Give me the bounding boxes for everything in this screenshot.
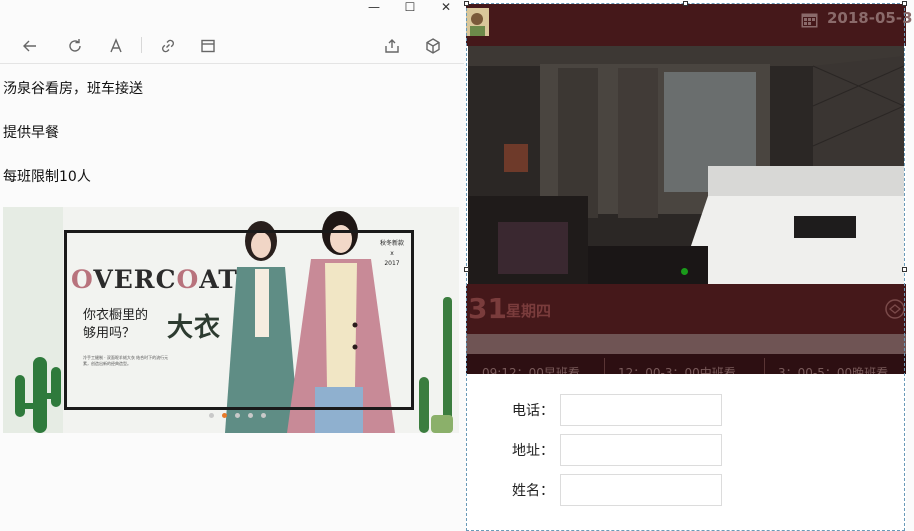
address-row: 地址： [512,434,722,466]
close-button[interactable]: ✕ [428,0,464,14]
banner-question-line2: 够用吗？ [83,326,136,341]
cube-icon[interactable] [422,36,444,56]
room-illustration [468,46,904,284]
weekday-label: 星期四 [506,302,552,320]
carousel-dot-active[interactable] [681,268,688,275]
refresh-icon[interactable] [64,36,86,56]
day-number: 31 [468,292,507,325]
carousel-dots [209,413,266,418]
window-controls: — ☐ ✕ [356,0,464,14]
editor-pane: — ☐ ✕ 汤泉谷看房，班车接送 提供早餐 每班限制10人 OVERCOAT 你… [0,0,464,531]
divider-band [466,334,906,354]
tag-line: 2017 [384,260,400,267]
address-field[interactable] [560,434,722,466]
text-format-icon[interactable] [105,36,127,56]
date-label: 2018-05-3 [827,9,913,27]
phone-field[interactable] [560,394,722,426]
hotel-room-photo [468,46,904,284]
slot-divider [604,358,605,374]
back-arrow-icon[interactable] [19,36,41,56]
banner-brand: OVERCOAT [71,265,238,294]
compass-icon[interactable] [884,298,906,320]
preview-pane: 2018-05-3 31 星期四 09:12：00早班看 12：00-3：00中… [466,0,913,531]
banner-question-line1: 你衣橱里的 [83,308,149,323]
carousel-dot-active[interactable] [222,413,227,418]
carousel-dot[interactable] [209,413,214,418]
calendar-icon[interactable] [801,12,818,28]
name-label: 姓名： [512,483,554,499]
window-icon[interactable] [197,36,219,56]
time-slot[interactable]: 09:12：00早班看 [482,364,580,374]
banner-big-word: 大衣 [167,313,222,343]
editor-toolbar [0,28,464,64]
time-slot[interactable]: 12：00-3：00中班看 [618,364,736,374]
minimize-button[interactable]: — [356,0,392,14]
toolbar-divider [141,37,142,53]
address-label: 地址： [512,443,554,459]
phone-row: 电话： [512,394,722,426]
carousel-dot[interactable] [261,413,266,418]
time-slot-bar: 09:12：00早班看 12：00-3：00中班看 3：00-5：00晚班看 [466,354,906,374]
time-slot[interactable]: 3：00-5：00晚班看 [778,364,888,374]
tag-line: x [390,250,394,257]
carousel-dot[interactable] [235,413,240,418]
content-line: 汤泉谷看房，班车接送 [3,81,143,97]
content-line: 提供早餐 [3,125,59,141]
share-icon[interactable] [381,36,403,56]
slot-divider [764,358,765,374]
phone-label: 电话： [512,403,554,419]
name-row: 姓名： [512,474,722,506]
preview-header: 2018-05-3 [466,4,913,46]
day-bar: 31 星期四 [466,284,906,334]
content-line: 每班限制10人 [3,169,91,185]
tag-line: 秋冬新款 [379,240,404,247]
maximize-button[interactable]: ☐ [392,0,428,14]
name-field[interactable] [560,474,722,506]
banner-small-text: 冷手工缝制 · 双面呢羊绒大衣 结合时下的流行元素，创造出新的经典造型。 [83,355,169,366]
overcoat-banner[interactable]: OVERCOAT 你衣橱里的 够用吗？ 大衣 冷手工缝制 · 双面呢羊绒大衣 结… [3,207,459,433]
banner-tag: 秋冬新款 x 2017 [375,239,409,269]
link-icon[interactable] [157,36,179,56]
carousel-dot[interactable] [248,413,253,418]
avatar[interactable] [466,8,489,36]
